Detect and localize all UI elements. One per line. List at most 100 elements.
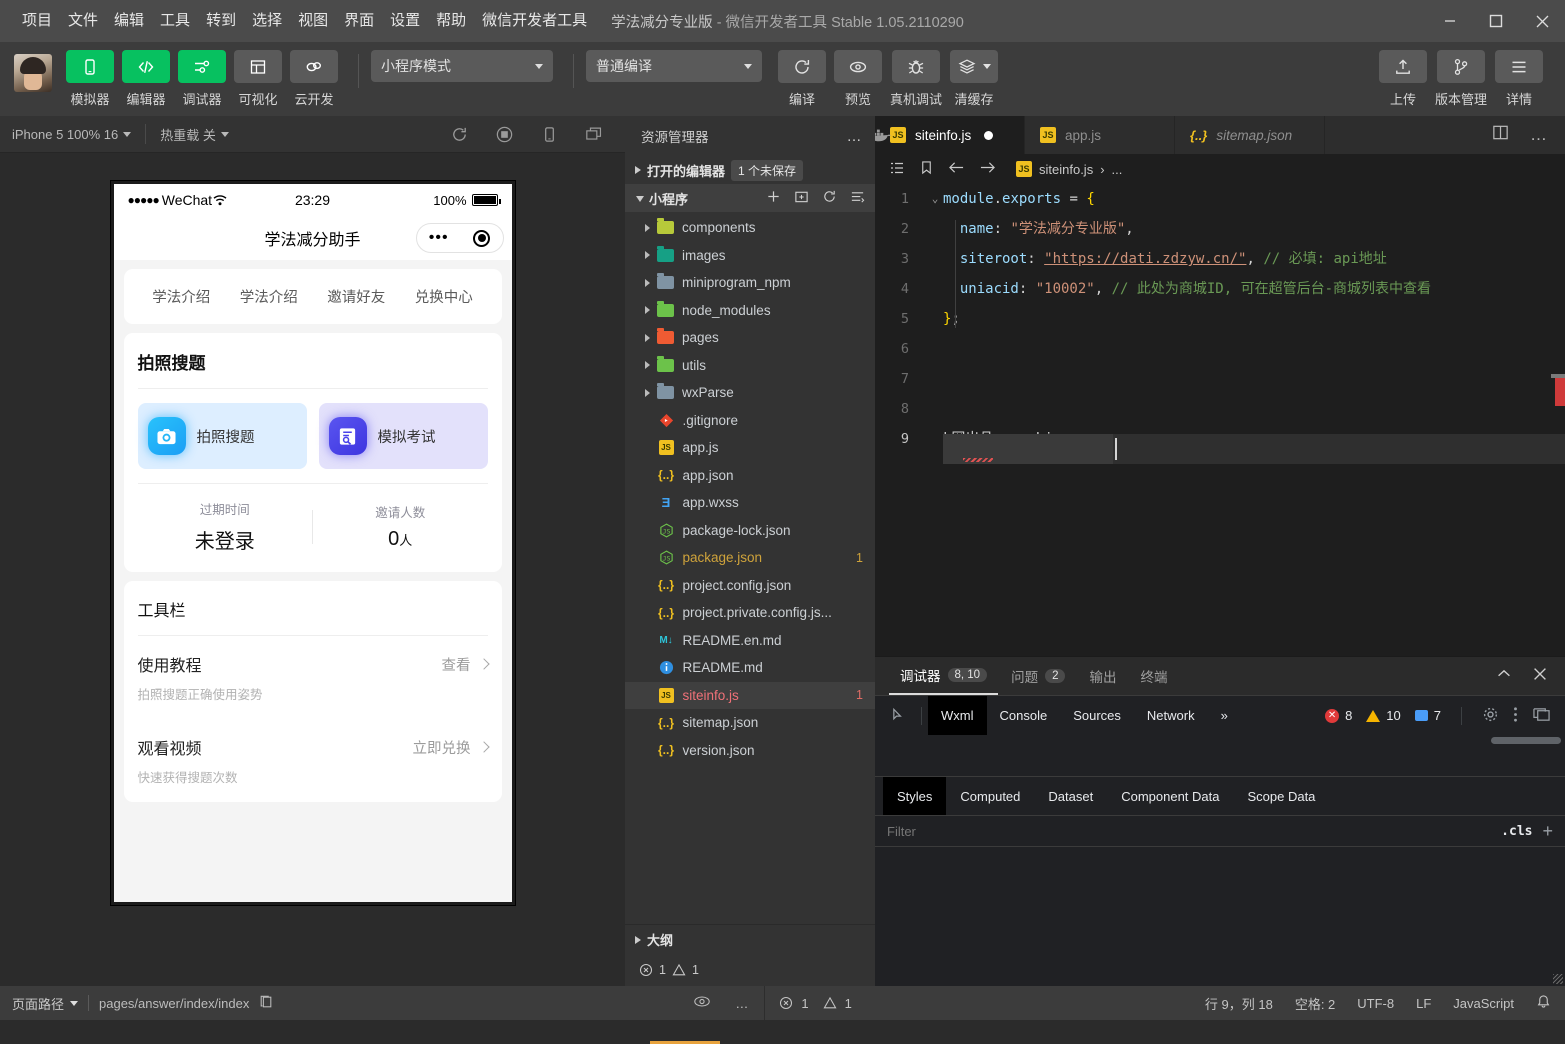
editor-tab-1[interactable]: JS app.js [1025,116,1175,154]
wechat-capsule[interactable]: ••• [415,223,504,253]
outline-section[interactable]: 大纲 [625,924,875,954]
collapse-icon[interactable] [850,189,865,207]
menu-item-10[interactable]: 微信开发者工具 [474,0,595,42]
tree-folder[interactable]: wxParse [625,379,875,407]
devtools-tab-sources[interactable]: Sources [1060,696,1134,736]
toolbar-action-0[interactable]: 编译 [778,50,826,108]
phone-entry-0[interactable]: 拍照搜题 [137,403,307,469]
breadcrumb[interactable]: JS siteinfo.js › ... [1016,161,1122,177]
eye-icon[interactable] [693,994,711,1012]
phone-nav-tab-0[interactable]: 学法介绍 [152,286,210,307]
tree-file[interactable]: {..} app.json [625,462,875,490]
fold-toggle[interactable]: ⌄ [927,184,943,214]
more-icon[interactable]: … [1530,125,1549,145]
phone-icon[interactable] [66,50,114,83]
cursor-position[interactable]: 行 9，列 18 [1205,994,1273,1013]
tree-folder[interactable]: images [625,242,875,270]
styles-tab-1[interactable]: Computed [946,777,1034,815]
menu-item-2[interactable]: 编辑 [106,0,152,42]
phone-nav-tab-3[interactable]: 兑换中心 [415,286,473,307]
menu-item-0[interactable]: 项目 [14,0,60,42]
tree-file[interactable]: {..} project.config.json [625,572,875,600]
menu-item-1[interactable]: 文件 [60,0,106,42]
indent-setting[interactable]: 空格: 2 [1295,994,1335,1013]
toolbar-button-1[interactable]: 编辑器 [122,50,170,108]
toolbar-right-action-2[interactable]: 详情 [1495,50,1543,108]
element-picker-icon[interactable] [883,703,915,729]
menu-item-5[interactable]: 选择 [244,0,290,42]
tree-file[interactable]: JS siteinfo.js 1 [625,681,875,709]
split-editor-icon[interactable] [1491,123,1510,147]
cloud-icon[interactable] [290,50,338,83]
maximize-button[interactable] [1473,0,1519,42]
phone-entry-1[interactable]: 模拟考试 [318,403,488,469]
tree-file[interactable]: README.md [625,654,875,682]
editor-tab-0[interactable]: JS siteinfo.js [875,116,1025,154]
outline-icon[interactable] [889,160,905,179]
layout-icon[interactable] [234,50,282,83]
eol-setting[interactable]: LF [1416,996,1431,1011]
tree-folder[interactable]: miniprogram_npm [625,269,875,297]
add-rule-button[interactable]: + [1542,821,1565,842]
debugger-tab-3[interactable]: 终端 [1129,657,1178,695]
windows-icon[interactable] [585,125,605,144]
toolbar-button-4[interactable]: 云开发 [290,50,338,108]
tree-folder[interactable]: node_modules [625,297,875,325]
tree-file[interactable]: JS package.json 1 [625,544,875,572]
menu-item-6[interactable]: 视图 [290,0,336,42]
debugger-tab-0[interactable]: 调试器 8, 10 [889,657,999,695]
menu-item-3[interactable]: 工具 [152,0,198,42]
tree-file[interactable]: .gitignore [625,407,875,435]
tree-file[interactable]: {..} version.json [625,737,875,765]
mode-select[interactable]: 小程序模式 [371,50,553,82]
refresh-icon[interactable] [822,189,837,207]
language-mode[interactable]: JavaScript [1453,996,1514,1011]
resize-grip[interactable] [1553,974,1563,984]
devtools-tab-network[interactable]: Network [1134,696,1208,736]
copy-icon[interactable] [259,995,273,1012]
eye-icon[interactable] [834,50,882,83]
toolbar-right-action-1[interactable]: 版本管理 [1435,50,1487,108]
record-icon[interactable] [495,125,514,144]
status-problems[interactable]: 1 1 [765,996,852,1011]
explorer-more-icon[interactable]: … [847,128,864,145]
tree-file[interactable]: M↓ README.en.md [625,627,875,655]
debugger-tab-2[interactable]: 输出 [1078,657,1127,695]
tool-action[interactable]: 查看 [442,654,490,675]
tree-file[interactable]: JS package-lock.json [625,517,875,545]
kebab-icon[interactable] [1513,706,1518,726]
toolbar-right-action-0[interactable]: 上传 [1378,50,1427,108]
phone-tool-0[interactable]: 使用教程 查看 拍照搜题正确使用姿势 [138,636,490,719]
menu-item-7[interactable]: 界面 [336,0,382,42]
toolbar-button-3[interactable]: 可视化 [234,50,282,108]
new-folder-icon[interactable] [794,189,809,207]
toolbar-button-2[interactable]: 调试器 [178,50,226,108]
tree-folder[interactable]: components [625,214,875,242]
phone-nav-tab-1[interactable]: 学法介绍 [240,286,298,307]
open-editors-section[interactable]: 打开的编辑器 1 个未保存 [625,156,875,184]
avatar[interactable] [14,54,52,92]
refresh-icon[interactable] [778,50,826,83]
close-button[interactable] [1519,0,1565,42]
tree-file[interactable]: {..} project.private.config.js... [625,599,875,627]
capsule-target-icon[interactable] [473,229,491,247]
code-editor[interactable]: 1 ⌄ module.exports = {2 name: "学法减分专业版", 3 … [875,184,1565,656]
layers-icon[interactable] [950,50,999,83]
capsule-more-icon[interactable]: ••• [429,230,449,246]
refresh-icon[interactable] [450,125,469,144]
menu-item-8[interactable]: 设置 [382,0,428,42]
tool-action[interactable]: 立即兑换 [413,737,490,758]
page-path-select[interactable]: 页面路径 [12,994,79,1013]
more-icon[interactable]: … [735,996,750,1011]
device-select[interactable]: iPhone 5 100% 16 [12,127,132,142]
filter-input[interactable] [875,823,1492,839]
settings-icon[interactable] [1482,706,1499,726]
dock-icon[interactable] [1532,706,1551,726]
wxml-tree-view[interactable] [875,735,1565,777]
bug-icon[interactable] [892,50,940,83]
upload-icon[interactable] [1378,50,1427,83]
horizontal-scrollbar[interactable] [1491,737,1561,744]
styles-tab-0[interactable]: Styles [883,777,947,815]
branch-icon[interactable] [1436,50,1485,83]
forward-arrow-icon[interactable] [979,160,996,178]
